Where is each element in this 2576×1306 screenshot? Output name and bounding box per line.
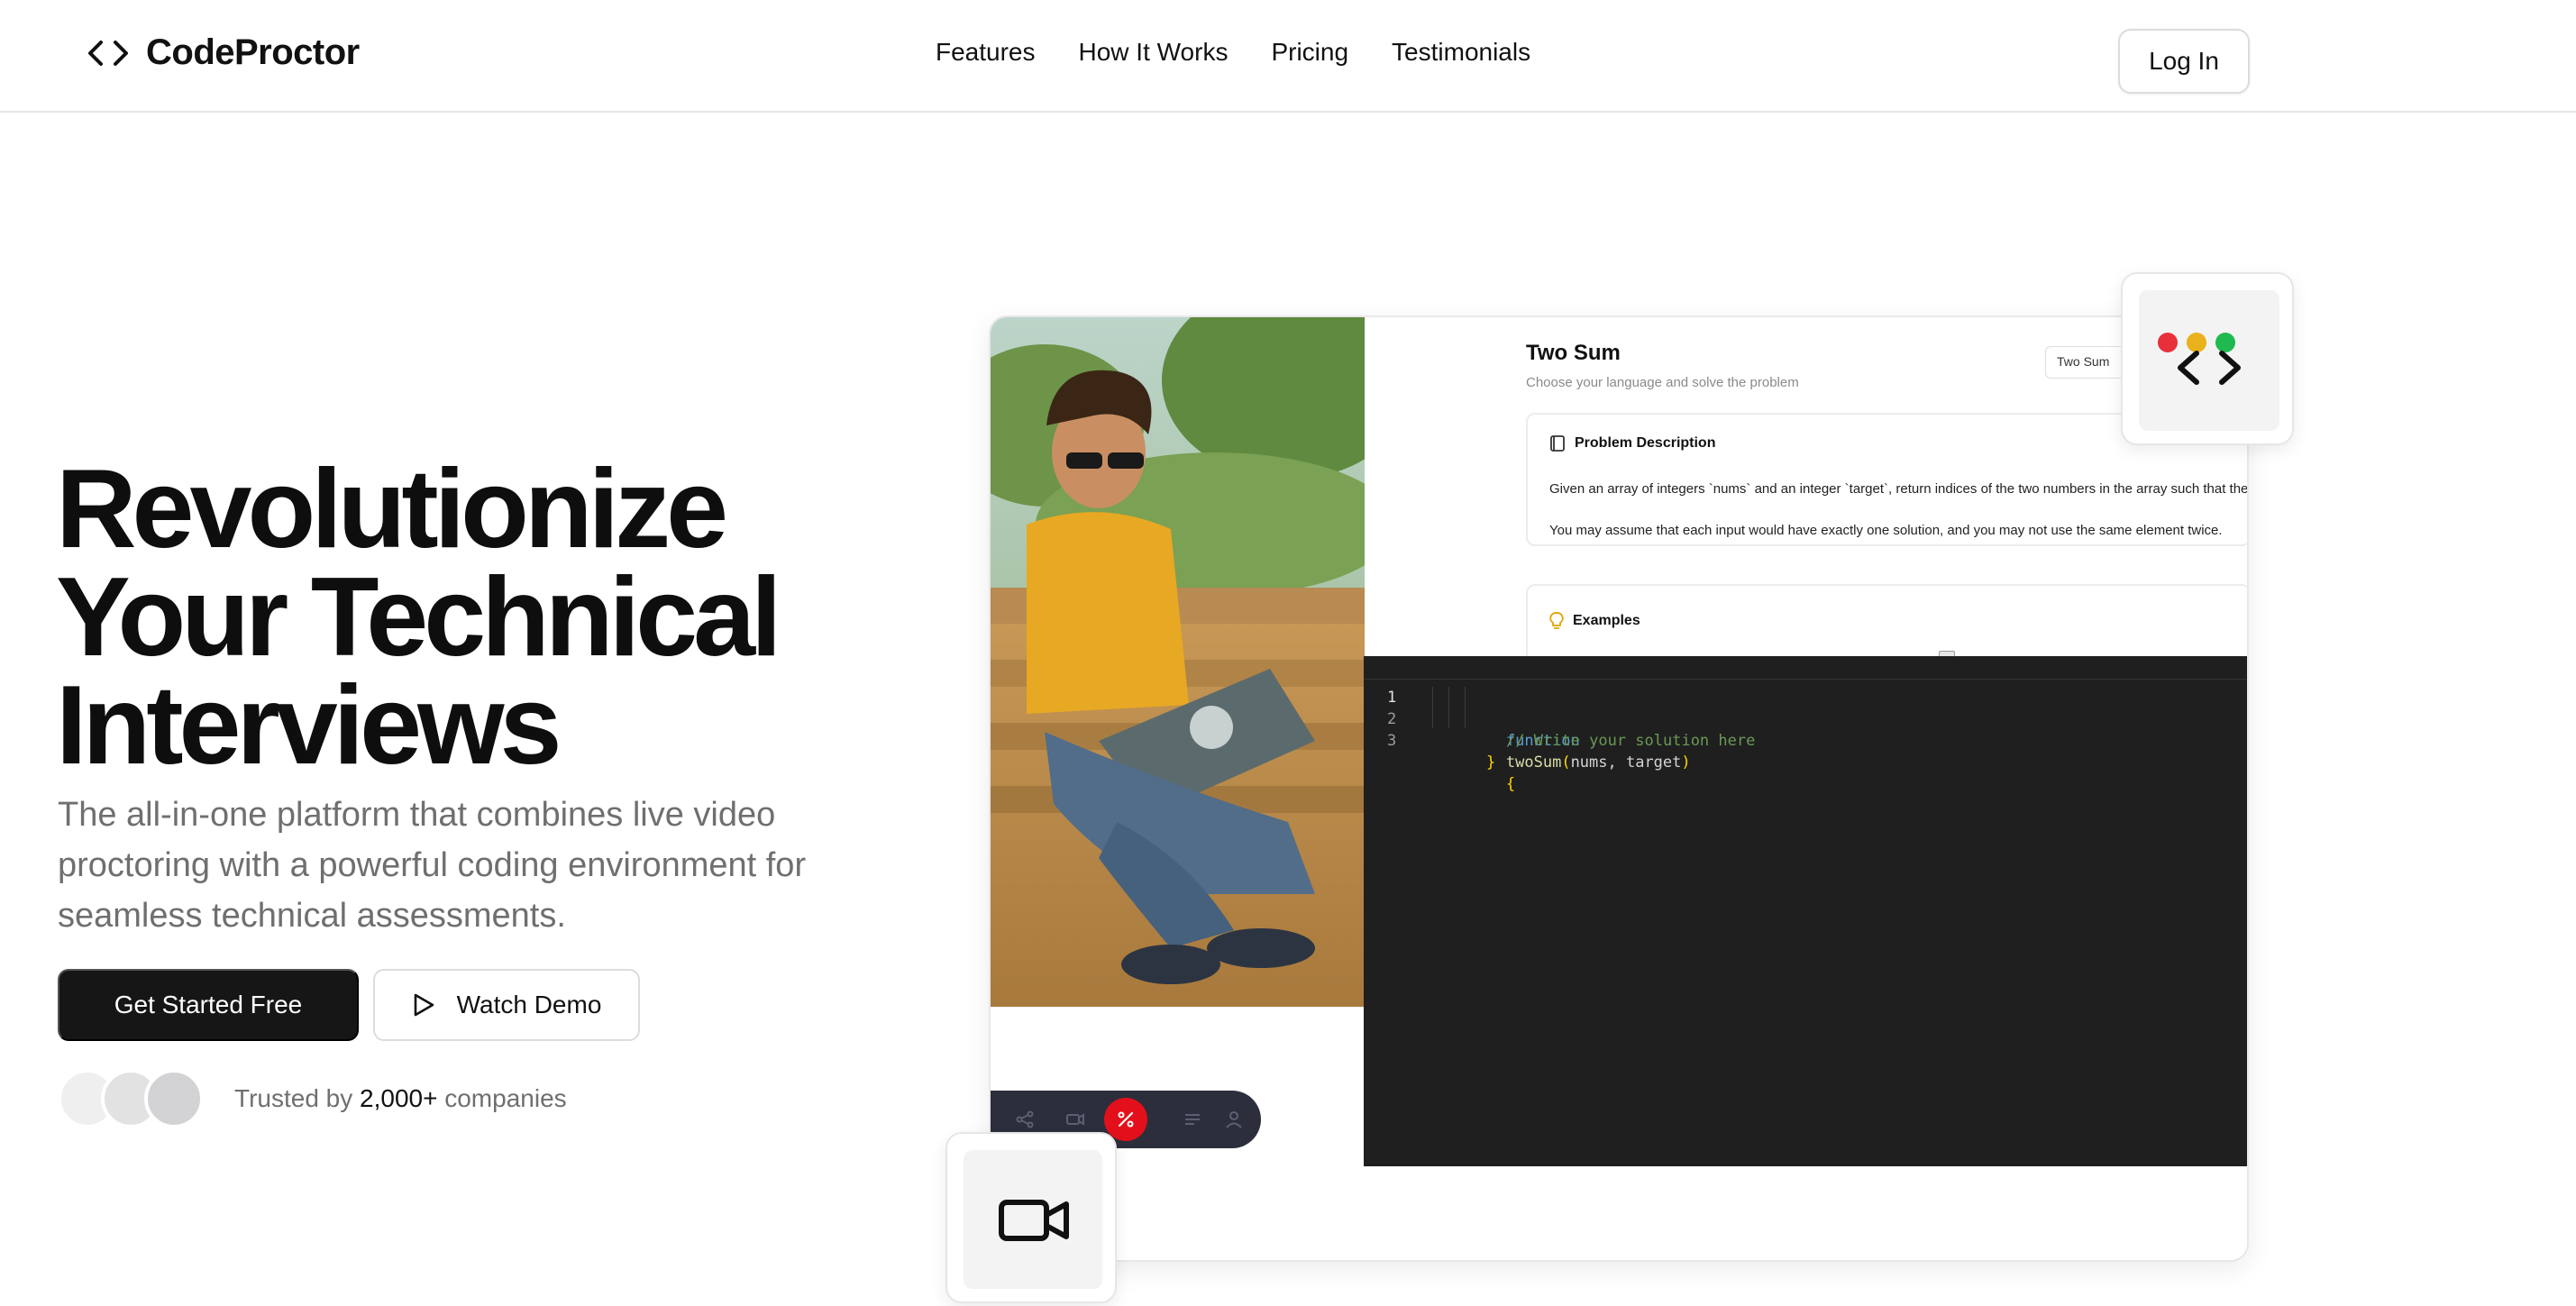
floating-video-card-inner [964,1150,1102,1289]
share-icon[interactable] [1014,1109,1036,1130]
trusted-suffix: companies [444,1084,567,1112]
chat-icon[interactable] [1182,1109,1203,1130]
floating-code-card-inner [2139,290,2279,431]
hero-title-line: Interviews [56,663,562,788]
code-paren: ( [1561,753,1571,772]
brand-name: CodeProctor [146,32,360,72]
hero-title-line: Revolutionize [56,447,728,571]
code-brace: } [1486,753,1496,772]
floating-code-card [2121,272,2294,445]
description-text: You may assume that each input would hav… [1549,523,2223,538]
hero-subtitle: The all-in-one platform that combines li… [58,796,807,935]
code-params: nums, target [1570,753,1682,772]
hero-title: Revolutionize Your Technical Interviews [56,447,921,788]
avatar [144,1069,204,1128]
book-icon [1550,435,1565,452]
trusted-prefix: Trusted by [234,1084,353,1112]
problem-subtitle: Choose your language and solve the probl… [1526,375,1799,390]
trusted-count: 2,000+ [360,1084,438,1112]
watch-demo-button[interactable]: Watch Demo [373,969,640,1041]
brand-logo[interactable]: CodeProctor [87,32,360,73]
trusted-by: Trusted by 2,000+ companies [58,1069,567,1128]
description-text: Given an array of integers `nums` and an… [1549,481,2249,497]
watch-demo-label: Watch Demo [456,991,602,1018]
code-brace: { [1505,775,1516,793]
problem-title: Two Sum [1526,341,1621,365]
user-icon[interactable] [1223,1109,1245,1130]
examples-heading-label: Examples [1573,613,1640,628]
nav-link-testimonials[interactable]: Testimonials [1392,38,1530,67]
code-line-3: 3 } [1364,708,2247,772]
code-brackets-icon [88,40,128,66]
code-line-1: 1 function twoSum(nums, target) { [1364,665,2247,793]
code-window-icon [2158,333,2241,385]
end-call-button[interactable] [1104,1098,1147,1141]
nav-link-how-it-works[interactable]: How It Works [1079,38,1229,67]
code-function-name: twoSum [1505,753,1562,772]
end-call-icon [1118,1111,1134,1128]
top-navbar: CodeProctor Features How It Works Pricin… [0,0,2576,113]
lightbulb-icon [1549,612,1564,629]
get-started-button[interactable]: Get Started Free [58,969,359,1041]
code-editor[interactable]: 1 function twoSum(nums, target) { 2 // W… [1364,656,2247,1166]
problem-description-heading: Problem Description [1549,434,1715,452]
developer-illustration [991,317,1365,1007]
camera-icon[interactable] [1064,1109,1086,1130]
nav-link-features[interactable]: Features [936,38,1036,67]
product-mockup: Two Sum Choose your language and solve t… [989,315,2249,1262]
code-paren: ) [1681,753,1691,772]
trusted-text: Trusted by 2,000+ companies [234,1084,567,1113]
nav-link-pricing[interactable]: Pricing [1271,38,1348,67]
code-comment: // Write your solution here [1506,732,1756,750]
login-button[interactable]: Log In [2118,29,2250,94]
play-icon [414,993,434,1017]
line-number: 3 [1387,732,1397,750]
hero-title-line: Your Technical [56,555,781,680]
video-camera-icon [999,1200,1069,1241]
code-line-2: 2 // Write your solution here [1364,687,2247,750]
examples-heading: Examples [1549,611,1640,631]
description-heading-label: Problem Description [1575,435,1716,451]
floating-video-card [945,1132,1117,1303]
nav-links: Features How It Works Pricing Testimonia… [936,38,1530,67]
avatar-stack [58,1069,204,1128]
